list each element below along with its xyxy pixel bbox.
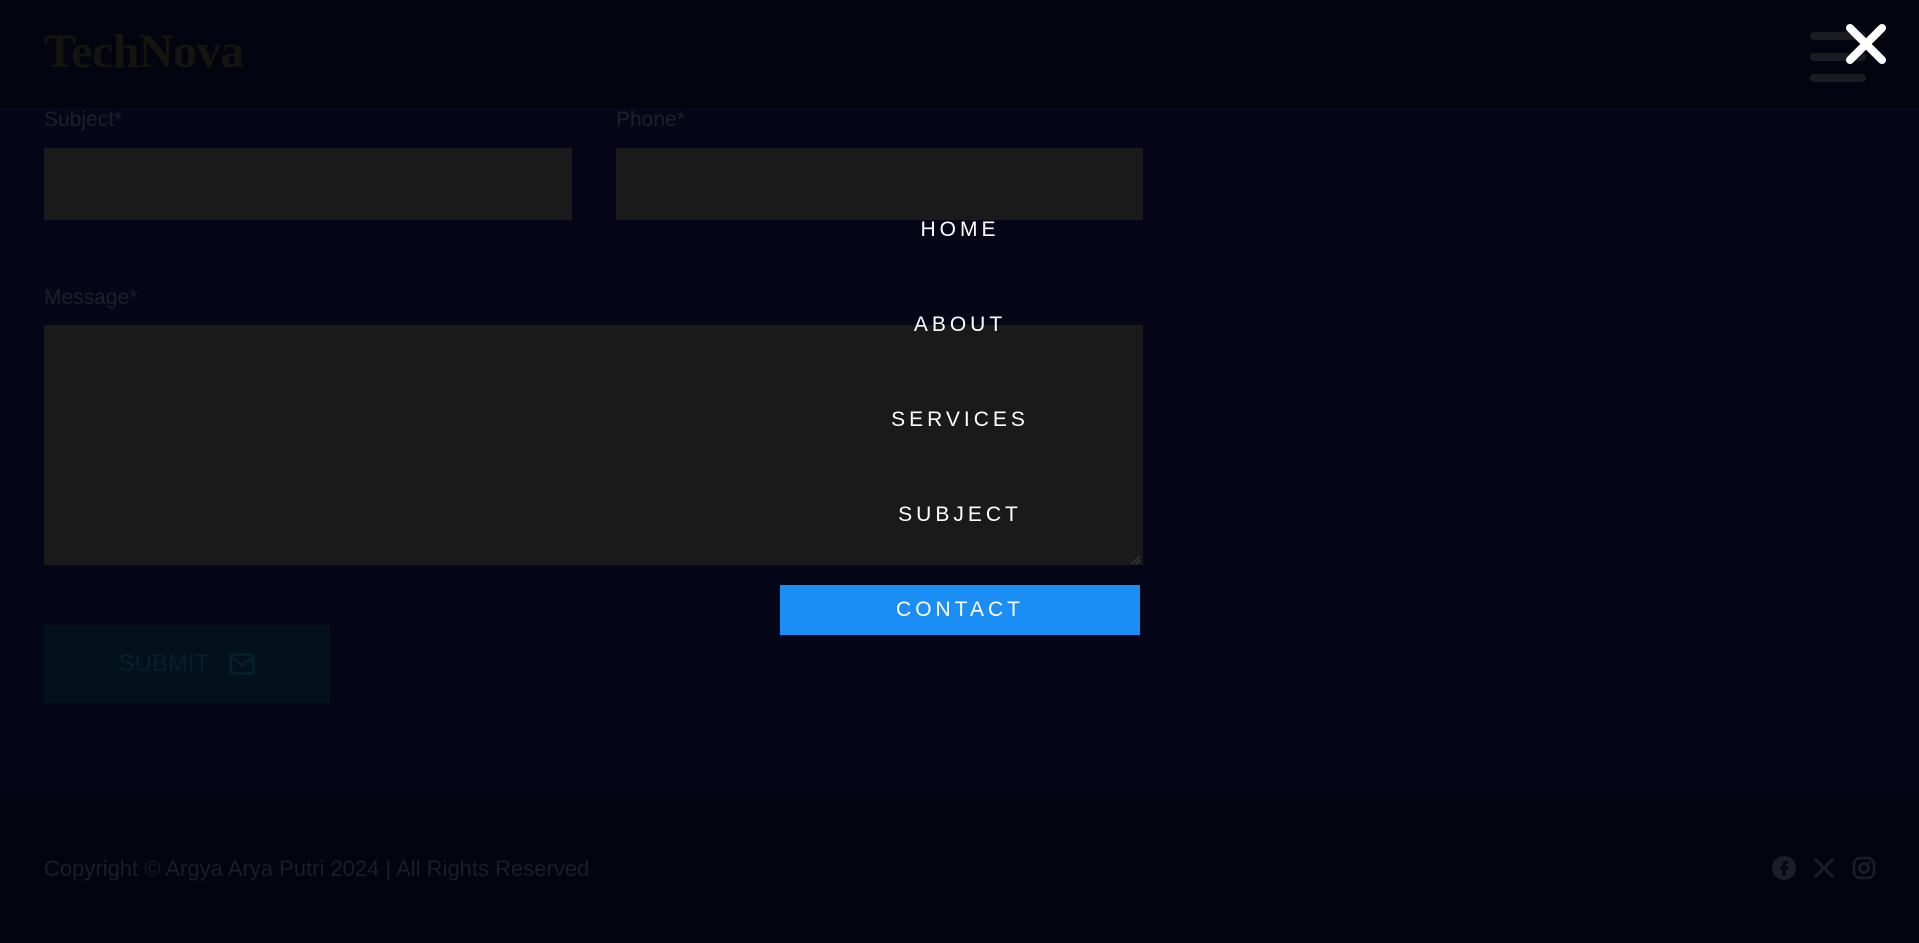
- subject-input[interactable]: [44, 148, 572, 220]
- nav-link-contact[interactable]: CONTACT: [780, 585, 1140, 635]
- copyright-text: Copyright © Argya Arya Putri 2024 | All …: [44, 856, 590, 881]
- facebook-icon[interactable]: [1771, 855, 1797, 881]
- nav-link-subject[interactable]: SUBJECT: [780, 490, 1140, 540]
- nav-link-home[interactable]: HOME: [780, 205, 1140, 255]
- nav-link-about[interactable]: ABOUT: [780, 300, 1140, 350]
- phone-label: Phone*: [616, 108, 685, 131]
- close-menu-button[interactable]: [1844, 22, 1888, 66]
- site-footer: Copyright © Argya Arya Putri 2024 | All …: [0, 793, 1919, 943]
- instagram-icon[interactable]: [1851, 855, 1877, 881]
- envelope-icon: [229, 653, 256, 675]
- submit-label: SUBMIT: [118, 650, 210, 677]
- nav-link-services[interactable]: SERVICES: [780, 395, 1140, 445]
- social-links: [1771, 855, 1877, 881]
- subject-label: Subject*: [44, 108, 123, 131]
- message-label: Message*: [44, 286, 138, 309]
- x-icon[interactable]: [1811, 855, 1837, 881]
- site-header: TechNova: [0, 0, 1919, 108]
- submit-button[interactable]: SUBMIT: [44, 625, 330, 703]
- mobile-nav-menu: HOME ABOUT SERVICES SUBJECT CONTACT: [780, 200, 1140, 640]
- site-logo[interactable]: TechNova: [44, 24, 244, 79]
- close-icon: [1846, 24, 1886, 64]
